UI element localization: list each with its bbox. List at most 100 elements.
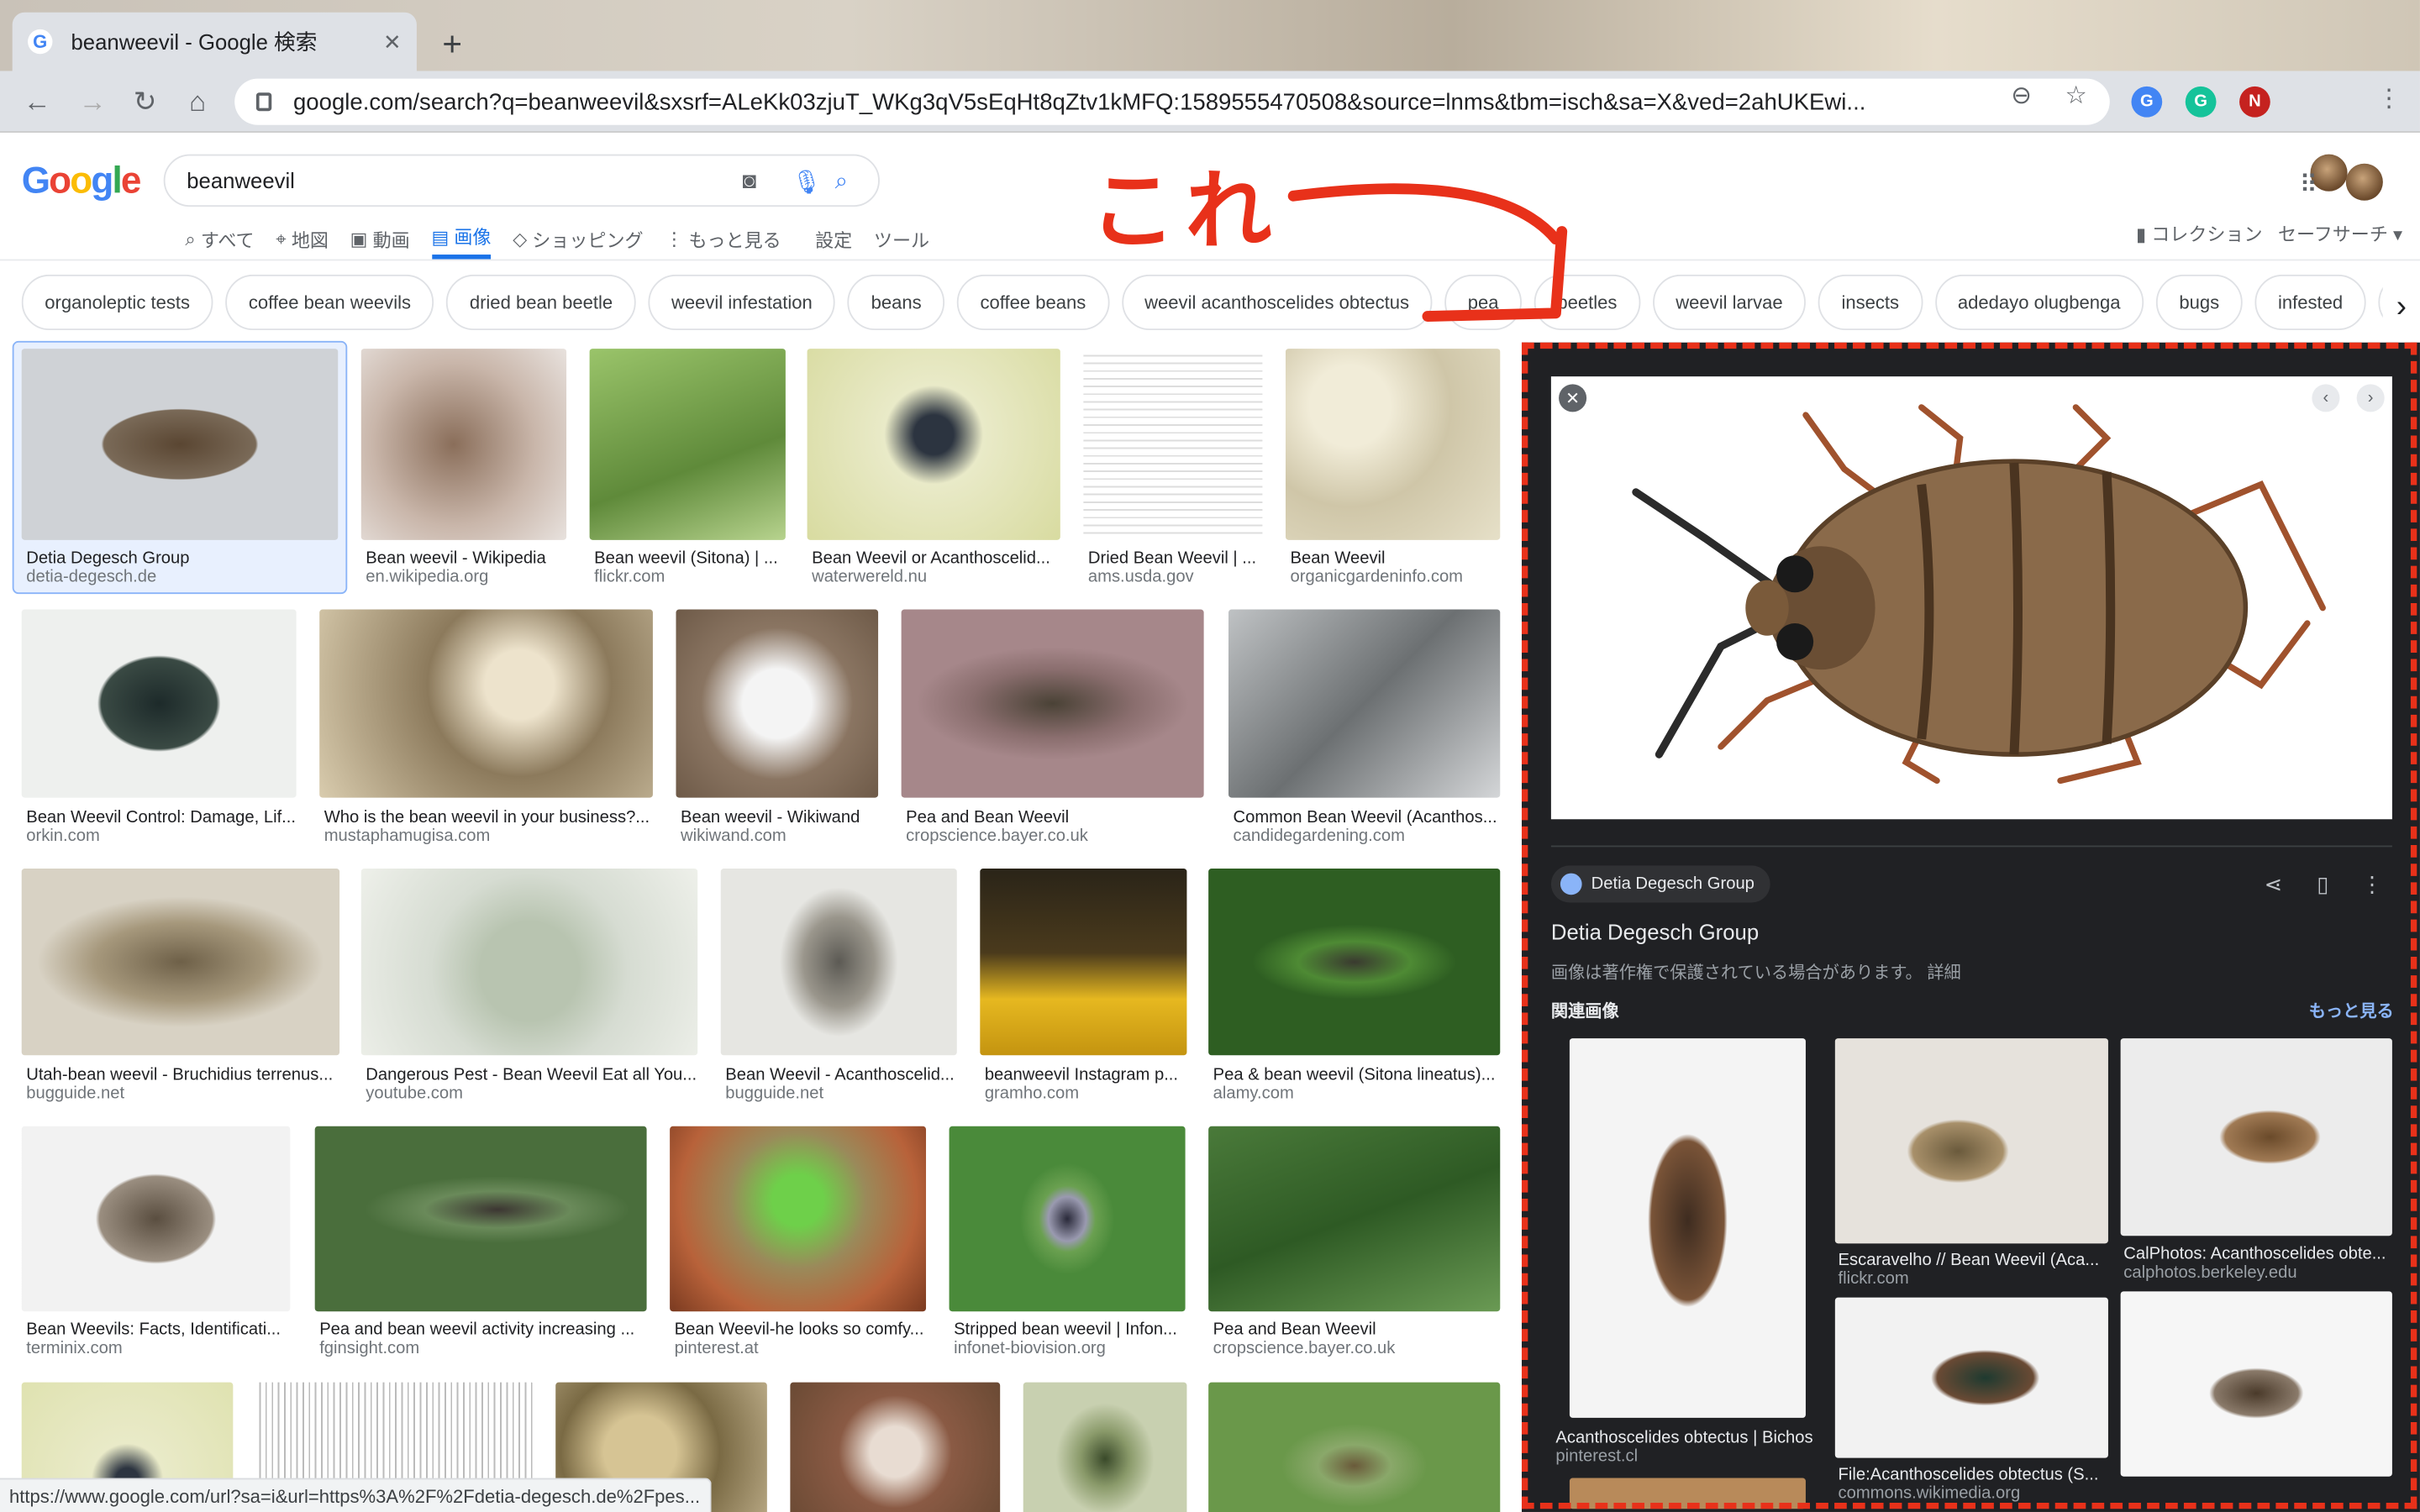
source-chip[interactable]: Detia Degesch Group	[1550, 865, 1770, 903]
chevron-right-icon[interactable]: ›	[2382, 283, 2420, 331]
result-title[interactable]: Bean Weevil Control: Damage, Lif...	[26, 808, 301, 827]
result-thumbnail[interactable]	[980, 869, 1187, 1056]
chip[interactable]: adedayo olugbenga	[1934, 274, 2144, 331]
chip[interactable]: infested	[2254, 274, 2366, 331]
account-avatar[interactable]	[2345, 163, 2383, 201]
related-title[interactable]: Escaravelho // Bean Weevil (Aca...	[1839, 1252, 2104, 1270]
google-extension-icon[interactable]: G	[2131, 86, 2163, 118]
result-thumbnail[interactable]	[949, 1126, 1186, 1312]
result-title[interactable]: Pea and Bean Weevil	[1213, 1320, 1505, 1339]
close-icon[interactable]: ✕	[1559, 384, 1587, 412]
collections-link[interactable]: ▮ コレクション	[2136, 221, 2263, 247]
result-title[interactable]: Bean Weevil or Acanthoscelid...	[812, 549, 1065, 568]
address-bar[interactable]: google.com/search?q=beanweevil&sxsrf=ALe…	[234, 78, 2110, 125]
result-title[interactable]: Pea and bean weevil activity increasing …	[319, 1320, 651, 1339]
camera-icon[interactable]: ◙	[742, 168, 756, 194]
result-thumbnail[interactable]	[360, 349, 567, 540]
chip[interactable]: insects	[1818, 274, 1923, 331]
result-thumbnail[interactable]	[1023, 1382, 1187, 1512]
chip[interactable]: beans	[848, 274, 945, 331]
result-title[interactable]: Dangerous Pest - Bean Weevil Eat all You…	[366, 1066, 702, 1084]
tab-tools[interactable]: ツール	[874, 219, 929, 260]
result-title[interactable]: Pea and Bean Weevil	[906, 808, 1208, 827]
tab-maps[interactable]: ⌖ 地図	[276, 219, 329, 260]
result-title[interactable]: Stripped bean weevil | Infon...	[954, 1320, 1190, 1339]
result-thumbnail[interactable]	[21, 349, 339, 540]
related-thumbnail[interactable]	[1569, 1038, 1806, 1418]
related-title[interactable]: CalPhotos: Acanthoscelides obte...	[2123, 1245, 2389, 1263]
chip[interactable]: weevil larvae	[1652, 274, 1807, 331]
result-title[interactable]: beanweevil Instagram p...	[985, 1066, 1192, 1084]
result-thumbnail[interactable]	[360, 869, 698, 1056]
new-tab-button[interactable]: +	[432, 24, 472, 65]
result-title[interactable]: Bean Weevil	[1290, 549, 1504, 568]
search-input[interactable]	[187, 168, 712, 193]
result-title[interactable]: Bean Weevil-he looks so comfy...	[675, 1320, 931, 1339]
result-thumbnail[interactable]	[901, 609, 1204, 798]
reload-icon[interactable]: ↻	[127, 83, 164, 120]
bookmark-star-icon[interactable]: ☆	[2065, 81, 2087, 112]
chip[interactable]: coffee bean weevils	[225, 274, 434, 331]
result-thumbnail[interactable]	[1208, 1126, 1501, 1312]
google-logo[interactable]: Google	[22, 160, 142, 203]
result-thumbnail[interactable]	[1208, 869, 1501, 1056]
chip[interactable]: organoleptic tests	[21, 274, 213, 331]
zoom-icon[interactable]: ⊖	[2011, 81, 2032, 112]
result-thumbnail[interactable]	[1208, 1382, 1501, 1512]
chevron-right-icon[interactable]: ›	[2356, 384, 2385, 412]
safesearch-toggle[interactable]: セーフサーチ ▾	[2278, 221, 2402, 247]
result-title[interactable]: Bean weevil - Wikipedia	[366, 549, 571, 568]
tab-more[interactable]: ⋮ もっと見る	[665, 219, 781, 260]
tab-images[interactable]: ▤ 画像	[431, 219, 492, 260]
result-title[interactable]: Bean weevil (Sitona) | ...	[594, 549, 790, 568]
browser-tab[interactable]: G beanweevil - Google 検索 ✕	[12, 12, 417, 71]
result-thumbnail[interactable]	[314, 1126, 647, 1312]
result-title[interactable]: Detia Degesch Group	[26, 549, 343, 568]
menu-dots-icon[interactable]: ⋮	[2377, 83, 2402, 114]
related-thumbnail[interactable]	[2120, 1291, 2392, 1477]
result-title[interactable]: Bean Weevils: Facts, Identificati...	[26, 1320, 295, 1339]
related-thumbnail[interactable]	[1834, 1038, 2108, 1244]
related-title[interactable]: Acanthoscelides obtectus | Bichos	[1555, 1429, 1821, 1447]
result-title[interactable]: Bean Weevil - Acanthoscelid...	[725, 1066, 961, 1084]
bookmark-icon[interactable]: ▯	[2307, 869, 2338, 900]
chip[interactable]: coffee beans	[956, 274, 1109, 331]
chip[interactable]: dried bean beetle	[446, 274, 636, 331]
preview-image[interactable]	[1550, 376, 2392, 820]
see-more-link[interactable]: もっと見る	[2309, 998, 2394, 1022]
tab-all[interactable]: ⌕ すべて	[185, 219, 254, 260]
chevron-left-icon[interactable]: ‹	[2312, 384, 2340, 412]
related-thumbnail[interactable]	[1834, 1297, 2108, 1458]
result-thumbnail[interactable]	[676, 609, 879, 798]
result-thumbnail[interactable]	[21, 869, 340, 1056]
more-options-icon[interactable]: ⋮	[2357, 869, 2388, 900]
result-thumbnail[interactable]	[807, 349, 1060, 540]
result-title[interactable]: Common Bean Weevil (Acanthos...	[1234, 808, 1505, 827]
related-thumbnail[interactable]	[2120, 1038, 2392, 1236]
related-thumbnail[interactable]	[1569, 1478, 1806, 1509]
result-title[interactable]: Who is the bean weevil in your business?…	[324, 808, 658, 827]
close-tab-icon[interactable]: ✕	[383, 29, 402, 55]
back-icon[interactable]: ←	[18, 83, 55, 120]
result-thumbnail[interactable]	[21, 1126, 291, 1312]
grammarly-extension-icon[interactable]: G	[2185, 86, 2217, 118]
search-icon[interactable]: ⌕	[835, 168, 848, 194]
microphone-icon[interactable]: 🎙	[792, 168, 821, 196]
tab-shopping[interactable]: ◇ ショッピング	[513, 219, 643, 260]
preview-title[interactable]: Detia Degesch Group	[1551, 920, 1759, 944]
share-icon[interactable]: ⋖	[2258, 869, 2289, 900]
apps-grid-icon[interactable]: ⠿	[2300, 170, 2318, 201]
result-title[interactable]: Utah-bean weevil - Bruchidius terrenus..…	[26, 1066, 344, 1084]
tab-settings[interactable]: 設定	[815, 219, 852, 260]
chip[interactable]: weevil infestation	[648, 274, 836, 331]
result-thumbnail[interactable]	[1083, 349, 1263, 540]
chip[interactable]: bugs	[2155, 274, 2243, 331]
result-title[interactable]: Dried Bean Weevil | ...	[1088, 549, 1267, 568]
forward-icon[interactable]: →	[74, 83, 111, 120]
result-thumbnail[interactable]	[720, 869, 957, 1056]
result-title[interactable]: Pea & bean weevil (Sitona lineatus)...	[1213, 1066, 1505, 1084]
result-thumbnail[interactable]	[21, 609, 297, 798]
tab-videos[interactable]: ▣ 動画	[350, 219, 410, 260]
result-thumbnail[interactable]	[670, 1126, 927, 1312]
result-thumbnail[interactable]	[589, 349, 786, 540]
